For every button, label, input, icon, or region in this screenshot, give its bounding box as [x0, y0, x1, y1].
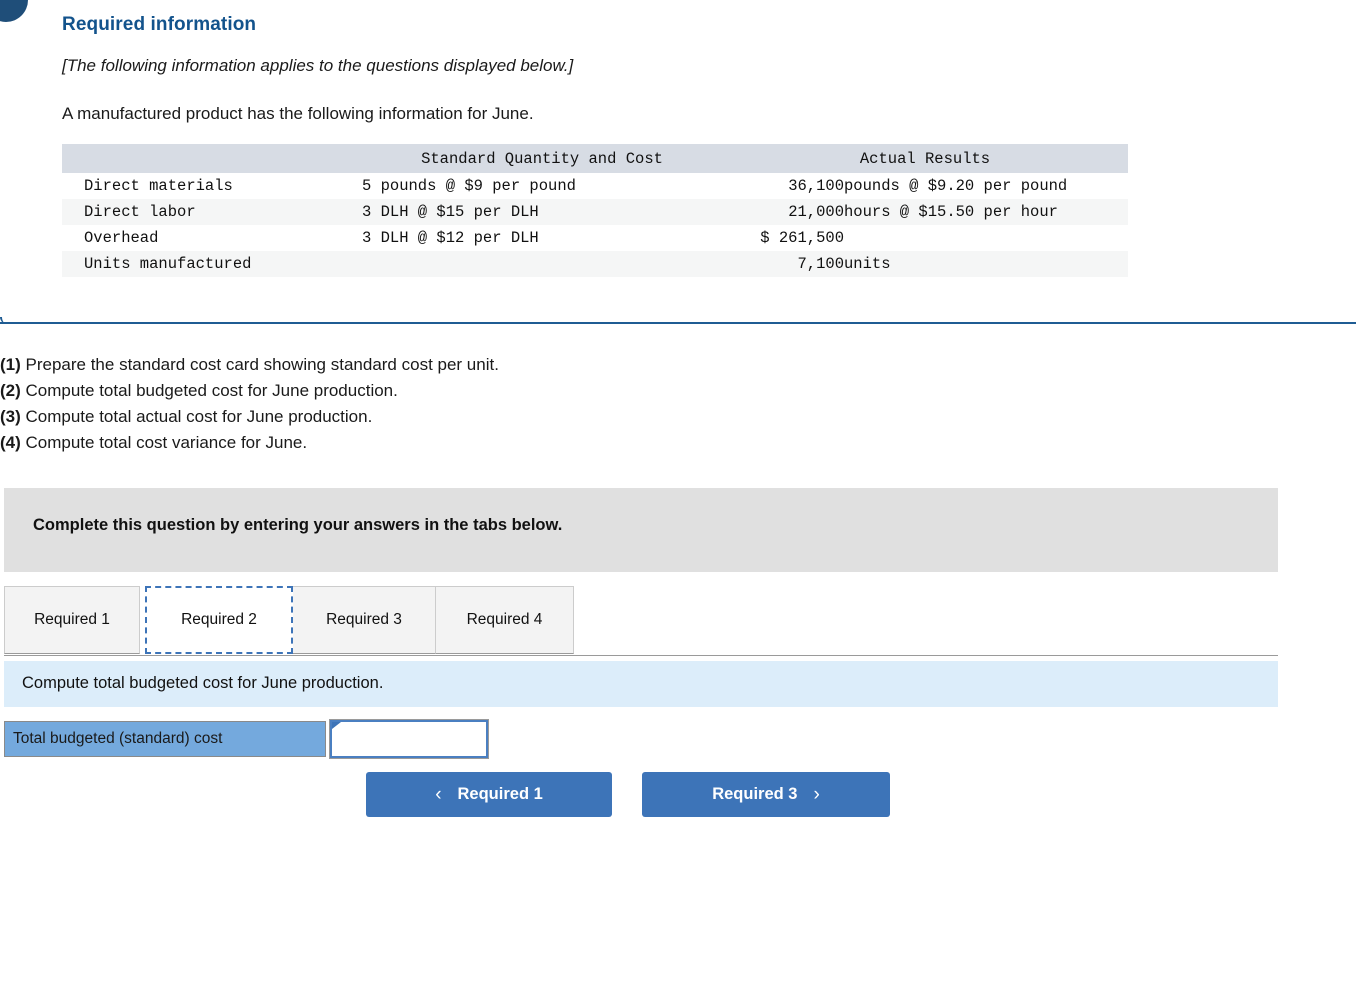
table-row: Direct labor 3 DLH @ $15 per DLH 21,000h… — [62, 199, 1128, 225]
row-label: Units manufactured — [62, 251, 362, 277]
total-budgeted-cost-input[interactable] — [329, 719, 489, 759]
row-actual: 21,000hours @ $15.50 per hour — [722, 199, 1128, 225]
table-row: Direct materials 5 pounds @ $9 per pound… — [62, 173, 1128, 199]
chevron-right-icon: › — [813, 784, 820, 805]
table-row: Overhead 3 DLH @ $12 per DLH $ 261,500 — [62, 225, 1128, 251]
sub-instruction-bar: Compute total budgeted cost for June pro… — [4, 661, 1278, 707]
previous-required-label: Required 1 — [457, 785, 543, 803]
row-actual-number: 21,000 — [788, 202, 844, 221]
section-divider — [0, 317, 1356, 324]
tab-label: Required 1 — [34, 611, 110, 628]
question-number-badge — [0, 0, 28, 22]
requirement-number: (1) — [0, 355, 21, 374]
tab-required-2[interactable]: Required 2 — [145, 586, 293, 654]
table-header: Standard Quantity and Cost Actual Result… — [62, 144, 1128, 173]
answer-label: Total budgeted (standard) cost — [4, 721, 326, 757]
row-actual-unit: pounds @ $9.20 per pound — [844, 176, 1068, 195]
requirement-item: (3) Compute total actual cost for June p… — [0, 404, 900, 430]
tab-strip: Required 1 Required 2 Required 3 Require… — [4, 586, 1278, 656]
row-actual-unit: hours @ $15.50 per hour — [844, 202, 1058, 221]
tab-strip-underline — [4, 655, 1278, 656]
row-actual: 36,100pounds @ $9.20 per pound — [722, 173, 1128, 199]
row-standard — [362, 251, 722, 277]
requirement-item: (4) Compute total cost variance for June… — [0, 430, 900, 456]
column-header-standard: Standard Quantity and Cost — [362, 144, 722, 173]
complete-question-banner-text: Complete this question by entering your … — [33, 516, 563, 534]
applies-note: [The following information applies to th… — [62, 56, 574, 75]
requirement-item: (1) Prepare the standard cost card showi… — [0, 352, 900, 378]
question-intro: A manufactured product has the following… — [62, 104, 534, 123]
row-actual-number: $ 261,500 — [760, 228, 844, 247]
column-header-actual: Actual Results — [722, 144, 1128, 173]
table-header-row: Standard Quantity and Cost Actual Result… — [62, 144, 1128, 173]
sub-instruction-text: Compute total budgeted cost for June pro… — [22, 674, 384, 692]
row-label: Overhead — [62, 225, 362, 251]
tab-required-4[interactable]: Required 4 — [435, 586, 574, 654]
requirement-number: (2) — [0, 381, 21, 400]
tab-required-3[interactable]: Required 3 — [292, 586, 436, 654]
row-actual: $ 261,500 — [722, 225, 1128, 251]
requirement-item: (2) Compute total budgeted cost for June… — [0, 378, 900, 404]
row-actual-unit: units — [844, 254, 891, 273]
next-required-label: Required 3 — [712, 785, 798, 803]
tab-label: Required 3 — [326, 611, 402, 628]
requirements-list: (1) Prepare the standard cost card showi… — [0, 352, 900, 456]
requirement-number: (4) — [0, 433, 21, 452]
page-title: Required information — [62, 14, 257, 35]
tab-required-1[interactable]: Required 1 — [4, 586, 140, 654]
row-actual: 7,100units — [722, 251, 1128, 277]
next-required-button[interactable]: Required 3 › — [642, 772, 890, 817]
requirement-text: Compute total budgeted cost for June pro… — [20, 381, 398, 400]
complete-question-banner: Complete this question by entering your … — [4, 488, 1278, 572]
row-standard: 3 DLH @ $12 per DLH — [362, 225, 722, 251]
row-standard: 5 pounds @ $9 per pound — [362, 173, 722, 199]
requirement-text: Compute total cost variance for June. — [20, 433, 308, 452]
tab-label: Required 4 — [466, 611, 543, 628]
requirement-text: Compute total actual cost for June produ… — [20, 407, 373, 426]
requirement-number: (3) — [0, 407, 21, 426]
question-body: Required information [The following info… — [62, 14, 1332, 277]
column-header-label — [62, 144, 362, 173]
previous-required-button[interactable]: ‹ Required 1 — [366, 772, 612, 817]
tab-label: Required 2 — [181, 611, 257, 628]
requirement-text: Prepare the standard cost card showing s… — [20, 355, 499, 374]
row-label: Direct materials — [62, 173, 362, 199]
row-standard: 3 DLH @ $15 per DLH — [362, 199, 722, 225]
table-row: Units manufactured 7,100units — [62, 251, 1128, 277]
chevron-left-icon: ‹ — [435, 784, 442, 805]
row-actual-number: 7,100 — [797, 254, 844, 273]
answer-input-wrap — [329, 719, 489, 759]
table-body: Direct materials 5 pounds @ $9 per pound… — [62, 173, 1128, 277]
row-actual-number: 36,100 — [788, 176, 844, 195]
standard-cost-info-table: Standard Quantity and Cost Actual Result… — [62, 144, 1128, 277]
row-label: Direct labor — [62, 199, 362, 225]
